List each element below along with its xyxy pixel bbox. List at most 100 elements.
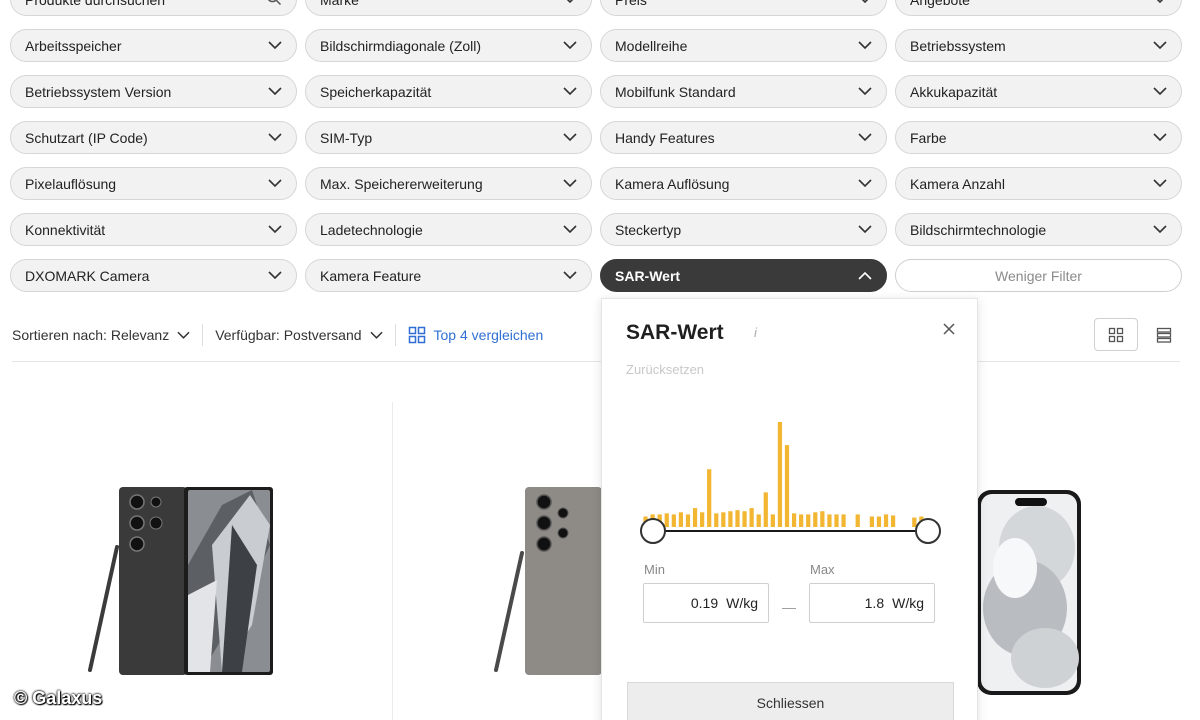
min-value-field[interactable]: 0.19 W/kg [643, 583, 769, 623]
filter-dropdown[interactable]: Mobilfunk Standard [600, 75, 887, 108]
compare-top4-link[interactable]: Top 4 vergleichen [408, 326, 543, 344]
filter-dropdown[interactable]: Handy Features [600, 121, 887, 154]
column-divider [392, 402, 393, 720]
filter-dropdown[interactable]: Speicherkapazität [305, 75, 592, 108]
chevron-down-icon [563, 85, 577, 99]
filter-label: Betriebssystem [910, 37, 1006, 54]
histogram-bar [700, 512, 705, 527]
close-popup-button[interactable]: Schliessen [627, 682, 954, 720]
histogram-bar [770, 514, 775, 527]
range-separator: — [782, 599, 796, 615]
filter-dropdown[interactable]: DXOMARK Camera [10, 259, 297, 292]
filter-label: Max. Speichererweiterung [320, 175, 483, 192]
filter-dropdown[interactable]: Kamera Auflösung [600, 167, 887, 200]
chevron-down-icon [858, 39, 872, 53]
chevron-down-icon [1153, 0, 1167, 7]
filter-label: Arbeitsspeicher [25, 37, 122, 54]
filter-dropdown[interactable]: Betriebssystem [895, 29, 1182, 62]
filter-dropdown[interactable]: Farbe [895, 121, 1182, 154]
max-label: Max [810, 562, 835, 577]
search-icon [266, 0, 282, 9]
filter-dropdown[interactable]: Akkukapazität [895, 75, 1182, 108]
filter-label: Betriebssystem Version [25, 83, 172, 100]
histogram-bar [799, 514, 804, 527]
sar-histogram [643, 422, 931, 527]
filter-dropdown[interactable]: Produkte durchsuchen [10, 0, 297, 16]
chevron-down-icon [268, 177, 282, 191]
filter-label: Angebote [910, 0, 970, 8]
reset-link[interactable]: Zurücksetzen [626, 362, 704, 377]
filter-label: Produkte durchsuchen [25, 0, 165, 8]
histogram-bar [820, 511, 825, 527]
histogram-bar [841, 514, 846, 527]
filter-dropdown[interactable]: SAR-Wert [600, 259, 887, 292]
histogram-bar [855, 514, 860, 527]
chevron-down-icon [1153, 131, 1167, 145]
filter-label: Kamera Auflösung [615, 175, 730, 192]
filter-label: Pixelauflösung [25, 175, 117, 192]
close-icon[interactable] [941, 321, 957, 337]
watermark: © Galaxus [14, 688, 103, 708]
product-image-phone-grey[interactable] [492, 485, 602, 685]
max-value-field[interactable]: 1.8 W/kg [809, 583, 935, 623]
filter-toggle-button[interactable]: Weniger Filter [895, 259, 1182, 292]
range-slider-max-handle[interactable] [915, 518, 941, 544]
sort-dropdown[interactable]: Sortieren nach: Relevanz [12, 327, 190, 343]
filter-dropdown[interactable]: Bildschirmtechnologie [895, 213, 1182, 246]
filter-dropdown[interactable]: Angebote [895, 0, 1182, 16]
compare-icon [408, 326, 425, 344]
filter-dropdown[interactable]: Konnektivität [10, 213, 297, 246]
filter-dropdown[interactable]: Max. Speichererweiterung [305, 167, 592, 200]
filter-dropdown[interactable]: Pixelauflösung [10, 167, 297, 200]
sort-bar: Sortieren nach: Relevanz Verfügbar: Post… [12, 322, 543, 348]
chevron-down-icon [563, 39, 577, 53]
filter-dropdown[interactable]: Betriebssystem Version [10, 75, 297, 108]
filter-dropdown[interactable]: Ladetechnologie [305, 213, 592, 246]
filter-dropdown[interactable]: Kamera Feature [305, 259, 592, 292]
filter-dropdown[interactable]: Arbeitsspeicher [10, 29, 297, 62]
chevron-down-icon [563, 131, 577, 145]
filter-label: Bildschirmtechnologie [910, 221, 1047, 238]
histogram-bar [707, 469, 712, 527]
product-image-phone-dark[interactable] [82, 485, 282, 685]
filter-label: Speicherkapazität [320, 83, 432, 100]
filter-dropdown[interactable]: Preis [600, 0, 887, 16]
chevron-up-icon [858, 269, 872, 283]
filter-dropdown[interactable]: Modellreihe [600, 29, 887, 62]
max-unit: W/kg [892, 595, 924, 611]
range-slider-min-handle[interactable] [640, 518, 666, 544]
popup-title: SAR-Wert [626, 321, 724, 344]
filter-dropdown[interactable]: Bildschirmdiagonale (Zoll) [305, 29, 592, 62]
grid-view-button[interactable] [1094, 318, 1138, 351]
filter-label: SIM-Typ [320, 129, 373, 146]
filter-label: Preis [615, 0, 647, 8]
filter-dropdown[interactable]: Marke [305, 0, 592, 16]
filter-dropdown[interactable]: SIM-Typ [305, 121, 592, 154]
divider [394, 324, 396, 346]
filter-label: Schutzart (IP Code) [25, 129, 148, 146]
chevron-down-icon [858, 0, 872, 7]
range-slider-track[interactable] [652, 530, 928, 532]
chevron-down-icon [268, 269, 282, 283]
filter-label: Weniger Filter [995, 267, 1082, 284]
histogram-bar [791, 513, 797, 527]
histogram-bar [671, 514, 676, 527]
chevron-down-icon [1153, 223, 1167, 237]
chevron-down-icon [858, 85, 872, 99]
min-label: Min [644, 562, 665, 577]
histogram-bar [876, 516, 882, 527]
filter-dropdown[interactable]: Steckertyp [600, 213, 887, 246]
availability-dropdown[interactable]: Verfügbar: Postversand [215, 327, 383, 343]
histogram-bar [763, 492, 768, 527]
filter-label: Bildschirmdiagonale (Zoll) [320, 37, 482, 54]
chevron-down-icon [268, 39, 282, 53]
info-icon[interactable]: i [754, 325, 757, 340]
chevron-down-icon [563, 223, 577, 237]
filter-dropdown[interactable]: Schutzart (IP Code) [10, 121, 297, 154]
histogram-bar [756, 514, 761, 527]
list-view-button[interactable] [1146, 318, 1182, 351]
filter-dropdown[interactable]: Kamera Anzahl [895, 167, 1182, 200]
product-image-iphone[interactable] [975, 488, 1085, 698]
min-value: 0.19 [690, 595, 719, 611]
chevron-down-icon [1153, 177, 1167, 191]
